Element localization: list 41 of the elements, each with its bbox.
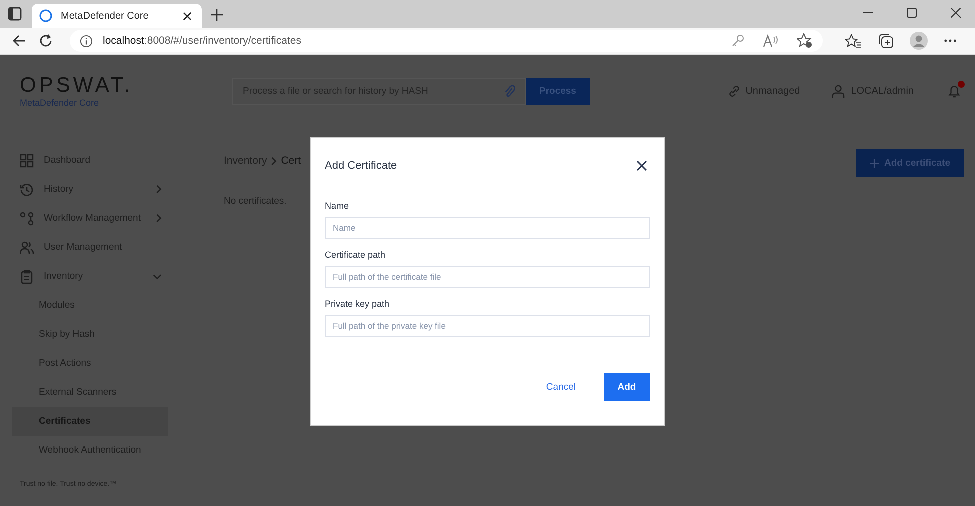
address-field[interactable]: localhost:8008/#/user/inventory/certificates — [70, 30, 823, 52]
browser-tab[interactable]: MetaDefender Core — [32, 4, 202, 28]
info-icon — [80, 34, 93, 48]
paperclip-icon[interactable] — [504, 84, 515, 98]
url-text: localhost:8008/#/user/inventory/certificates — [103, 35, 302, 47]
read-aloud-icon[interactable] — [763, 34, 779, 48]
workflow-icon — [20, 212, 34, 226]
grid-icon — [20, 154, 34, 168]
close-icon[interactable] — [183, 12, 192, 20]
close-icon[interactable] — [637, 161, 647, 171]
favorites-icon[interactable] — [845, 34, 862, 48]
close-icon[interactable] — [951, 8, 961, 18]
maximize-icon[interactable] — [907, 8, 917, 18]
logo: OPSWAT. — [20, 74, 134, 98]
back-icon[interactable] — [12, 34, 26, 48]
dialog-title: Add Certificate — [325, 160, 398, 172]
cancel-button[interactable]: Cancel — [540, 378, 582, 396]
history-icon — [20, 182, 34, 196]
new-tab-icon[interactable] — [211, 9, 223, 21]
link-icon — [728, 86, 740, 96]
reload-icon[interactable] — [39, 34, 53, 48]
chevron-right-icon — [271, 156, 278, 166]
input-field[interactable]: Full path of the certificate file — [325, 266, 650, 288]
field-label: Name — [325, 201, 350, 211]
input-field[interactable]: Full path of the private key file — [325, 315, 650, 337]
field-label: Private key path — [325, 299, 390, 309]
input-field[interactable]: Name — [325, 217, 650, 239]
collections-icon[interactable] — [878, 33, 894, 49]
tab-actions-icon[interactable] — [8, 7, 22, 21]
star-icon[interactable] — [797, 33, 813, 49]
key-icon[interactable] — [731, 34, 745, 48]
more-icon[interactable] — [944, 39, 957, 43]
profile-avatar-icon[interactable] — [910, 32, 928, 50]
plus-icon — [870, 158, 878, 168]
field-label: Certificate path — [325, 250, 386, 260]
tab-title: MetaDefender Core — [61, 10, 150, 22]
spinner-icon — [39, 9, 53, 23]
add-button[interactable]: Add — [604, 373, 650, 401]
users-icon — [20, 240, 34, 254]
breadcrumb-current: Cert — [281, 155, 302, 167]
clipboard-icon — [20, 270, 34, 284]
